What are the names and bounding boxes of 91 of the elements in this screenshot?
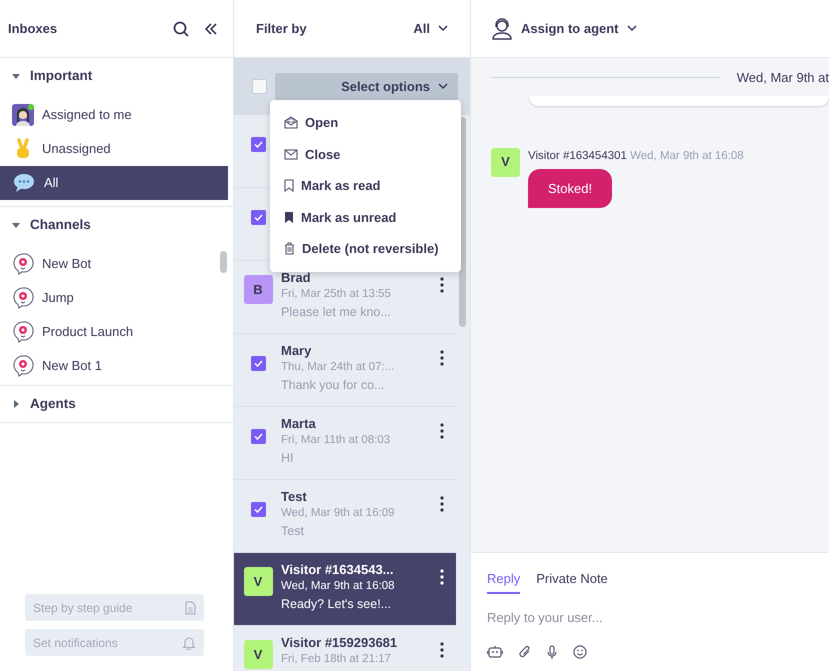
sidebar-item[interactable]: Unassigned: [0, 132, 228, 166]
more-icon[interactable]: [440, 642, 444, 658]
bell-icon: [182, 636, 196, 650]
bot-icon: [12, 253, 34, 275]
avatar: B: [244, 275, 272, 304]
chevron-icon: [438, 83, 448, 90]
checkbox[interactable]: [250, 137, 266, 152]
assign-agent-dropdown[interactable]: Assign to agent: [491, 18, 637, 40]
menu-item[interactable]: Open: [270, 107, 461, 138]
checkbox[interactable]: [250, 210, 266, 225]
section-header[interactable]: Important: [0, 58, 233, 94]
message-bubble: Stoked!: [528, 168, 612, 208]
conversation-row[interactable]: V Visitor #1634543... Wed, Mar 9th at 16:08 Ready? Let's see!...: [234, 553, 456, 626]
check-icon: [254, 141, 262, 148]
caret-icon: [12, 72, 20, 80]
menu-item[interactable]: Mark as read: [270, 170, 461, 202]
sidebar-item[interactable]: New Bot 1: [0, 349, 228, 383]
select-options-button[interactable]: Select options: [275, 73, 458, 100]
contact-name: Marta: [281, 415, 317, 433]
filter-dropdown[interactable]: All: [413, 18, 448, 38]
date-divider: Wed, Mar 9th at: [736, 69, 829, 87]
robot-icon[interactable]: [487, 645, 503, 659]
headset-icon: [491, 18, 513, 40]
section-header[interactable]: Agents: [0, 386, 233, 422]
checkbox[interactable]: [250, 356, 266, 371]
bot-icon: [12, 287, 34, 309]
checkbox[interactable]: [252, 79, 267, 94]
document-icon: [185, 600, 196, 614]
filter-label: Filter by: [256, 20, 307, 38]
caret-icon: [12, 221, 20, 229]
more-icon[interactable]: [440, 277, 444, 293]
conversation-time: Thu, Mar 24th at 07:...: [281, 360, 396, 375]
conversation-time: Wed, Mar 9th at 16:08: [281, 578, 396, 594]
message-preview: Test: [281, 523, 305, 540]
message-preview: HI: [281, 450, 294, 467]
composer-tab[interactable]: Private Note: [536, 569, 608, 594]
checkbox[interactable]: [250, 429, 266, 444]
bookmark-icon: [284, 210, 294, 224]
message-time: Wed, Mar 9th at 16:08: [630, 150, 744, 162]
contact-name: Test: [281, 488, 308, 506]
chevron-icon: [438, 25, 448, 32]
conversation-row[interactable]: V Visitor #159293681 Fri, Feb 18th at 21:17: [234, 626, 456, 671]
check-icon: [254, 360, 262, 367]
conversation-time: Fri, Mar 11th at 08:03: [281, 432, 392, 448]
conversation-time: Wed, Mar 9th at 16:09: [281, 506, 396, 521]
section-header[interactable]: Channels: [0, 207, 233, 243]
check-icon: [254, 433, 262, 440]
contact-name: Visitor #1634543...: [281, 561, 395, 579]
sidebar-item[interactable]: All: [0, 166, 228, 200]
sender-name: Visitor #163454301: [528, 150, 627, 162]
more-icon[interactable]: [440, 423, 444, 439]
envelope-open-icon: [284, 116, 298, 130]
avatar: V: [244, 567, 272, 596]
more-icon[interactable]: [440, 350, 444, 366]
trash-icon: [284, 242, 295, 256]
more-icon[interactable]: [440, 569, 444, 585]
paperclip-icon[interactable]: [519, 645, 531, 659]
contact-name: Brad: [281, 269, 312, 287]
contact-name: Visitor #159293681: [281, 634, 398, 652]
sidebar-item[interactable]: Jump: [0, 281, 228, 315]
sidebar-title: Inboxes: [8, 20, 58, 38]
avatar: V: [244, 640, 272, 669]
more-icon[interactable]: [440, 496, 444, 512]
search-icon[interactable]: [173, 20, 189, 36]
sidebar-item[interactable]: New Bot: [0, 247, 228, 281]
chat-bubble-icon: [12, 172, 36, 194]
caret-icon: [12, 400, 20, 408]
check-icon: [254, 214, 262, 221]
message-preview: Ready? Let's see!...: [281, 596, 392, 613]
menu-item[interactable]: Mark as unread: [270, 202, 461, 233]
avatar: V: [491, 148, 520, 176]
conversation-time: Fri, Mar 25th at 13:55: [281, 286, 392, 302]
collapse-icon[interactable]: [205, 22, 217, 34]
composer-tab[interactable]: Reply: [487, 569, 520, 594]
bot-icon: [12, 321, 34, 343]
message-preview: Thank you for co...: [281, 377, 386, 394]
menu-item[interactable]: Close: [270, 138, 461, 170]
scrollbar-thumb[interactable]: [220, 251, 227, 273]
check-icon: [254, 506, 262, 513]
bot-icon: [12, 355, 34, 377]
envelope-icon: [284, 148, 298, 160]
sidebar-item[interactable]: Product Launch: [0, 315, 228, 349]
conversation-time: Fri, Feb 18th at 21:17: [281, 652, 392, 667]
bookmark-icon: [284, 179, 294, 192]
sidebar-item[interactable]: Assigned to me: [0, 98, 228, 132]
message-preview: Please let me kno...: [281, 304, 392, 321]
microphone-icon[interactable]: [547, 645, 557, 659]
chevron-icon: [626, 25, 637, 32]
checkbox[interactable]: [250, 502, 266, 517]
smiley-icon[interactable]: [573, 645, 587, 659]
contact-name: Mary: [281, 342, 312, 360]
